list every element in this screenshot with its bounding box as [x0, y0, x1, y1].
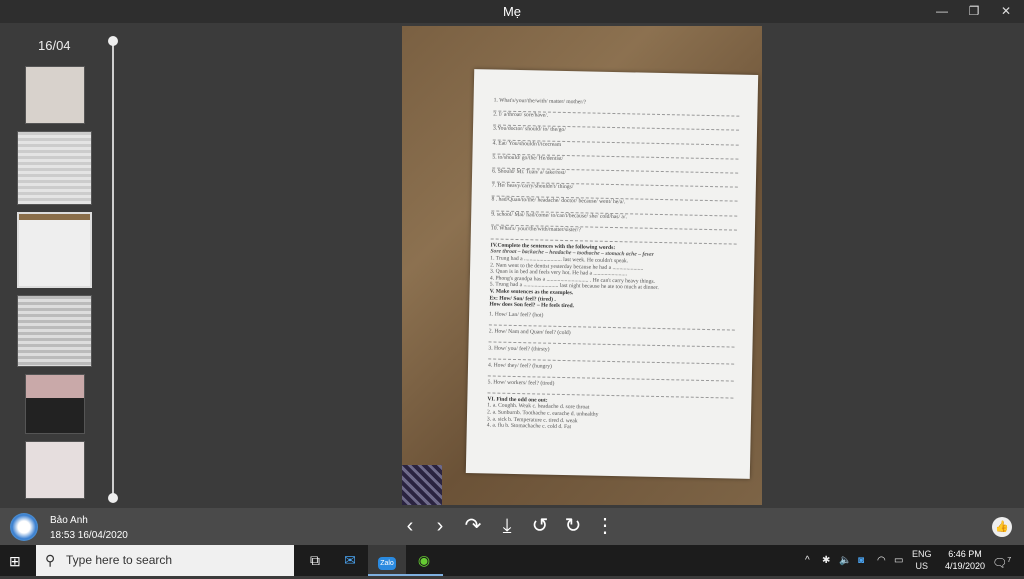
viewer-toolbar: Bảo Anh 18:53 16/04/2020 ‹ › ↷ ⤓ ↺ ↻ ⋮ 👍 — [0, 508, 1024, 545]
timeline-top-handle[interactable] — [108, 36, 118, 46]
sent-time: 18:53 16/04/2020 — [50, 530, 128, 541]
taskbar: ⊞ ⚲ Type here to search ⧉ ✉ Zalo ◉ ^ ✱ 🔈… — [0, 545, 1024, 576]
rotate-right-icon[interactable]: ↻ — [561, 514, 585, 538]
thumbnail-1[interactable] — [25, 66, 85, 124]
avatar[interactable] — [10, 513, 38, 541]
timeline-scrollbar[interactable] — [112, 41, 114, 498]
zalo-taskbar-button[interactable]: Zalo — [368, 545, 406, 576]
thumbnail-6[interactable] — [25, 441, 85, 499]
timeline-bottom-handle[interactable] — [108, 493, 118, 503]
cloth-decoration — [402, 465, 442, 505]
search-box[interactable]: ⚲ Type here to search — [36, 545, 294, 576]
search-icon: ⚲ — [45, 552, 56, 568]
window-title: Mẹ — [502, 4, 522, 19]
thumbnail-5[interactable] — [25, 374, 85, 434]
rotate-left-icon[interactable]: ↺ — [528, 514, 552, 538]
worksheet: 1. What's/your/the/with/ matter/ mother/… — [465, 69, 759, 479]
show-hidden-icons[interactable]: ^ — [805, 545, 810, 576]
tray-app-icon[interactable]: ◙ — [858, 545, 864, 576]
search-placeholder: Type here to search — [66, 553, 173, 567]
thumbnail-3-selected[interactable] — [17, 212, 92, 288]
next-icon[interactable]: › — [428, 514, 452, 538]
app-icon[interactable]: ◉ — [405, 545, 443, 576]
app-tray-icon[interactable]: ✱ — [822, 545, 830, 576]
sender-name: Bảo Anh — [50, 515, 88, 526]
windows-start-icon[interactable]: ⊞ — [9, 553, 21, 570]
close-button[interactable]: ✕ — [990, 0, 1022, 23]
share-icon[interactable]: ↷ — [461, 514, 485, 538]
wifi-icon[interactable]: ◠ — [877, 545, 886, 576]
thumbnail-4[interactable] — [17, 295, 92, 367]
battery-icon[interactable]: ▭ — [894, 545, 903, 576]
notification-count: 7 — [1007, 557, 1012, 564]
maximize-button[interactable]: ❐ — [958, 0, 990, 23]
thumbnail-2[interactable] — [17, 131, 92, 205]
like-icon[interactable]: 👍 — [992, 517, 1012, 537]
photo-view: 1. What's/your/the/with/ matter/ mother/… — [402, 26, 762, 505]
notifications-icon[interactable]: 🗨7 — [992, 545, 1011, 579]
zalo-icon: Zalo — [378, 557, 396, 570]
timeline-date: 16/04 — [38, 38, 71, 53]
previous-icon[interactable]: ‹ — [398, 514, 422, 538]
title-bar: Mẹ — ❐ ✕ — [0, 0, 1024, 23]
download-icon[interactable]: ⤓ — [495, 514, 519, 538]
task-view-icon[interactable]: ⧉ — [296, 545, 334, 576]
minimize-button[interactable]: — — [926, 0, 958, 23]
mail-icon[interactable]: ✉ — [331, 545, 369, 576]
more-icon[interactable]: ⋮ — [593, 514, 617, 538]
volume-icon[interactable]: 🔈 — [839, 545, 851, 576]
